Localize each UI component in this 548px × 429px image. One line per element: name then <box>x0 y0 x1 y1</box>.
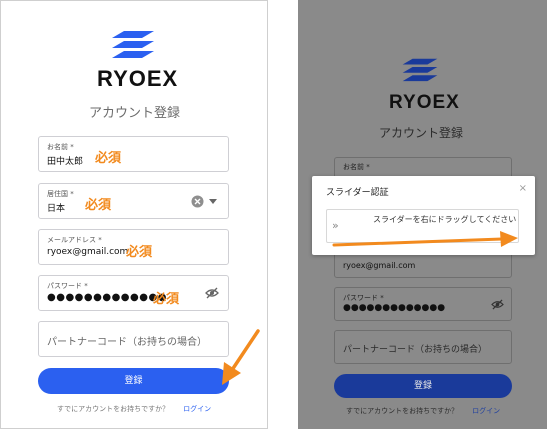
annotation-arrows <box>222 231 518 385</box>
arrow-to-register-icon <box>222 329 260 385</box>
arrow-drag-slider-icon <box>332 231 518 247</box>
